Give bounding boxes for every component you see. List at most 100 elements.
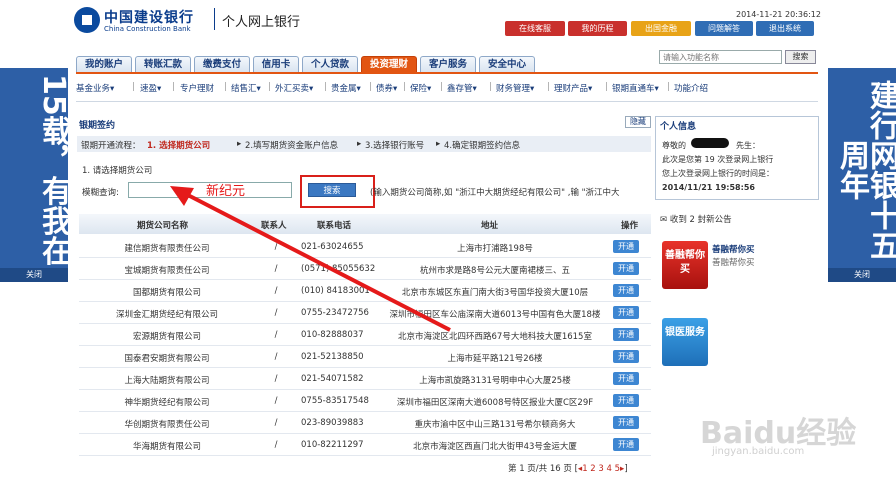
open-account-button[interactable]: 开通 [613, 394, 639, 407]
contact-phone: 0755-83517548 [301, 396, 369, 406]
signup-steps: 银期开通流程： 1. 选择期货公司 ▸ 2.填写期货资金账户信息 ▸ 3.选择银… [77, 136, 651, 152]
baidu-watermark-url: jingyan.baidu.com [712, 446, 805, 457]
overseas-finance-button[interactable]: 出国金融 [631, 21, 691, 36]
last-login-time: 2014/11/21 19:58:56 [662, 183, 755, 192]
subnav-separator: | [369, 82, 372, 92]
open-account-button[interactable]: 开通 [613, 438, 639, 451]
contact-name: / [274, 374, 278, 384]
medical-service-image[interactable]: 银医服务 [662, 318, 708, 366]
steps-prefix: 银期开通流程： [81, 141, 141, 151]
tab-my-account[interactable]: 我的账户 [76, 56, 132, 72]
shanrong-promo-sub[interactable]: 善融帮你买 [712, 256, 755, 268]
subnav-feature-intro[interactable]: 功能介绍 [674, 82, 708, 94]
product-name: 个人网上银行 [222, 15, 301, 30]
logo-cn: 中国建设银行 [104, 10, 194, 26]
tab-investment[interactable]: 投资理财 [361, 56, 417, 72]
open-account-button[interactable]: 开通 [613, 284, 639, 297]
pager-pages[interactable]: ◂1 2 3 4 5▸ [578, 464, 624, 474]
open-account-button[interactable]: 开通 [613, 306, 639, 319]
tab-credit-card[interactable]: 信用卡 [253, 56, 299, 72]
contact-name: / [274, 440, 278, 450]
notice-text: 收到 2 封新公告 [669, 215, 732, 225]
subnav-wealth-products[interactable]: 理财产品▾ [554, 82, 592, 94]
subnav-separator: | [132, 82, 135, 92]
subnav-forex-trading[interactable]: 外汇买卖▾ [275, 82, 313, 94]
subnav-separator: | [605, 82, 608, 92]
open-account-button[interactable]: 开通 [613, 328, 639, 341]
subnav-insurance[interactable]: 保险▾ [410, 82, 431, 94]
logout-button[interactable]: 退出系统 [756, 21, 814, 36]
tab-personal-loan[interactable]: 个人贷款 [302, 56, 358, 72]
table-row: 国泰君安期货有限公司 / 021-52138850 上海市延平路121号26楼 开通 [79, 346, 651, 368]
subnav-private-wealth[interactable]: 专户理财 [180, 82, 214, 94]
table-row: 华海期货有限公司 / 010-82211297 北京市海淀区西直门北大街甲43号金运大… [79, 434, 651, 456]
company-address: 重庆市渝中区中山三路131号希尔顿商务大 [414, 420, 576, 430]
company-address: 上海市延平路121号26楼 [447, 354, 543, 364]
subnav-separator: | [440, 82, 443, 92]
open-account-button[interactable]: 开通 [613, 240, 639, 253]
step-arrow: ▸ [357, 139, 362, 149]
company-address: 北京市海淀区西直门北大街甲43号金运大厦 [413, 442, 577, 452]
pager-prefix: 第 1 页/共 16 页 [ [508, 464, 578, 474]
subnav-suying[interactable]: 速盈▾ [140, 82, 161, 94]
select-company-title: 1. 请选择期货公司 [82, 166, 153, 176]
my-history-button[interactable]: 我的历程 [568, 21, 627, 36]
function-search-button[interactable]: 搜索 [785, 50, 816, 64]
left-banner-close[interactable]: 关闭 [0, 268, 68, 282]
tab-payment[interactable]: 缴费支付 [194, 56, 250, 72]
online-service-button[interactable]: 在线客服 [505, 21, 565, 36]
right-banner-close[interactable]: 关闭 [828, 268, 896, 282]
step-3: 3.选择银行账号 [365, 141, 425, 151]
step-arrow: ▸ [436, 139, 441, 149]
salutation: 先生： [736, 141, 760, 150]
subnav-separator: | [172, 82, 175, 92]
contact-phone: 021-54071582 [301, 374, 364, 384]
contact-name: / [274, 352, 278, 362]
company-name: 国泰君安期货有限公司 [124, 354, 210, 364]
table-row: 华创期货有限责任公司 / 023-89039883 重庆市渝中区中山三路131号希尔顿… [79, 412, 651, 434]
shanrong-promo-link[interactable]: 善融帮你买 [712, 243, 755, 255]
subnav-bank-futures[interactable]: 银期直通车▾ [612, 82, 659, 94]
contact-phone: 010-82211297 [301, 440, 364, 450]
fuzzy-search-label: 模糊查询: [82, 188, 119, 198]
open-account-button[interactable]: 开通 [613, 350, 639, 363]
tab-security-center[interactable]: 安全中心 [479, 56, 535, 72]
step-arrow: ▸ [237, 139, 242, 149]
right-promo-banner[interactable]: 建行网银十五周年 关闭 [828, 68, 896, 282]
pagination: 第 1 页/共 16 页 [◂1 2 3 4 5▸] [508, 462, 628, 474]
table-row: 上海大陆期货有限公司 / 021-54071582 上海市凯旋路3131号明申中心大厦… [79, 368, 651, 390]
subnav-fund[interactable]: 基金业务▾ [76, 82, 114, 94]
shanrong-promo-image[interactable]: 善融帮你买 [662, 241, 708, 289]
masked-name [691, 138, 729, 148]
greeting: 尊敬的 [662, 141, 686, 150]
tab-customer-service[interactable]: 客户服务 [420, 56, 476, 72]
function-search-input[interactable] [659, 50, 782, 64]
logo-en: China Construction Bank [104, 25, 191, 33]
left-banner-text: 15载，有我在 [36, 74, 71, 266]
open-account-button[interactable]: 开通 [613, 416, 639, 429]
open-account-button[interactable]: 开通 [613, 372, 639, 385]
page-title: 银期签约 [79, 121, 116, 131]
pager-suffix: ] [624, 464, 628, 474]
faq-button[interactable]: 问题解答 [695, 21, 753, 36]
subnav-finance-mgmt[interactable]: 财务管理▾ [496, 82, 534, 94]
company-address: 深圳市福田区深南大道6008号特区报业大厦C区29F [396, 398, 594, 408]
left-promo-banner[interactable]: 15载，有我在 关闭 [0, 68, 71, 282]
new-notices[interactable]: ✉ 收到 2 封新公告 [660, 213, 732, 225]
subnav-bonds[interactable]: 债券▾ [376, 82, 397, 94]
sub-navigation: 基金业务▾ | 速盈▾ | 专户理财 | 结售汇▾ | 外汇买卖▾ | 贵金属▾… [76, 79, 818, 97]
tab-underline [76, 72, 818, 74]
company-address: 上海市凯旋路3131号明申中心大厦25楼 [419, 376, 571, 386]
subnav-precious-metal[interactable]: 贵金属▾ [331, 82, 361, 94]
subnav-forex-settlement[interactable]: 结售汇▾ [231, 82, 261, 94]
contact-name: / [274, 418, 278, 428]
tab-transfer[interactable]: 转账汇款 [135, 56, 191, 72]
col-address: 地址 [481, 221, 499, 231]
contact-phone: 021-52138850 [301, 352, 364, 362]
hide-panel-button[interactable]: 隐藏 [625, 116, 651, 128]
step-2: 2.填写期货资金账户信息 [245, 141, 339, 151]
company-name: 华海期货有限公司 [132, 442, 201, 452]
subnav-divider [76, 101, 818, 102]
open-account-button[interactable]: 开通 [613, 262, 639, 275]
subnav-xincunguan[interactable]: 鑫存管▾ [447, 82, 477, 94]
